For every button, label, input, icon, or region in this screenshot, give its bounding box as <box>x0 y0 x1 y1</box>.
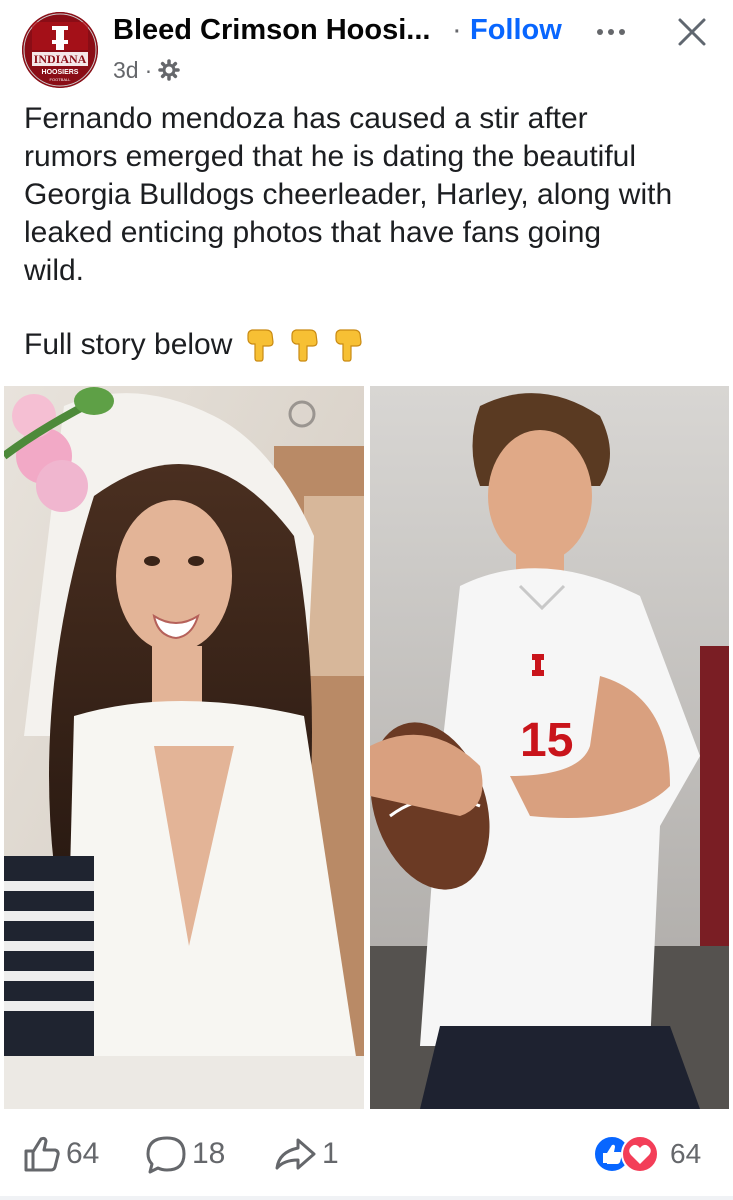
comment-button[interactable]: 18 <box>146 1134 225 1174</box>
pointing-down-hand-icon <box>247 329 275 362</box>
gear-icon <box>158 59 181 81</box>
jersey-number: 15 <box>520 714 573 767</box>
post-photo-left[interactable] <box>4 386 364 1109</box>
svg-text:HOOSIERS: HOOSIERS <box>42 69 79 76</box>
close-button[interactable] <box>676 16 708 48</box>
header-separator: · <box>452 14 462 46</box>
story-line-text: Full story below <box>24 328 233 361</box>
page-name-link[interactable]: Bleed Crimson Hoosi... <box>113 14 430 47</box>
post-action-bar: 64 18 1 64 <box>0 1120 733 1190</box>
thumbs-up-icon <box>24 1136 60 1172</box>
share-button[interactable]: 1 <box>274 1134 339 1174</box>
post-time[interactable]: 3d <box>113 57 139 84</box>
post-photo-right[interactable]: 15 <box>370 386 729 1109</box>
close-icon <box>678 18 706 46</box>
story-line: Full story below <box>24 326 364 364</box>
like-count: 64 <box>66 1137 100 1170</box>
more-options-button[interactable] <box>594 20 628 44</box>
reaction-count: 64 <box>670 1138 702 1169</box>
comment-count: 18 <box>192 1137 226 1170</box>
like-button[interactable]: 64 <box>22 1134 99 1174</box>
follow-button[interactable]: Follow <box>470 14 562 47</box>
share-icon <box>275 1138 316 1170</box>
post-body: Fernando mendoza has caused a stir after… <box>24 100 724 290</box>
pointing-down-hand-icon <box>335 329 363 362</box>
share-count: 1 <box>322 1137 339 1170</box>
post-meta: 3d · <box>113 56 181 84</box>
page-avatar[interactable]: INDIANA HOOSIERS FOOTBALL <box>22 12 98 88</box>
divider <box>0 1196 733 1200</box>
pointing-down-hand-icon <box>291 329 319 362</box>
love-reaction-icon <box>621 1135 659 1173</box>
reaction-summary[interactable]: 64 <box>592 1134 701 1174</box>
svg-text:FOOTBALL: FOOTBALL <box>50 77 72 82</box>
comment-icon <box>146 1136 186 1174</box>
meta-separator: · <box>144 56 153 83</box>
svg-text:INDIANA: INDIANA <box>34 52 87 66</box>
post-body-text: Fernando mendoza has caused a stir after… <box>24 102 673 287</box>
post-header: INDIANA HOOSIERS FOOTBALL Bleed Crimson … <box>0 0 733 92</box>
more-dots-icon <box>597 29 625 35</box>
